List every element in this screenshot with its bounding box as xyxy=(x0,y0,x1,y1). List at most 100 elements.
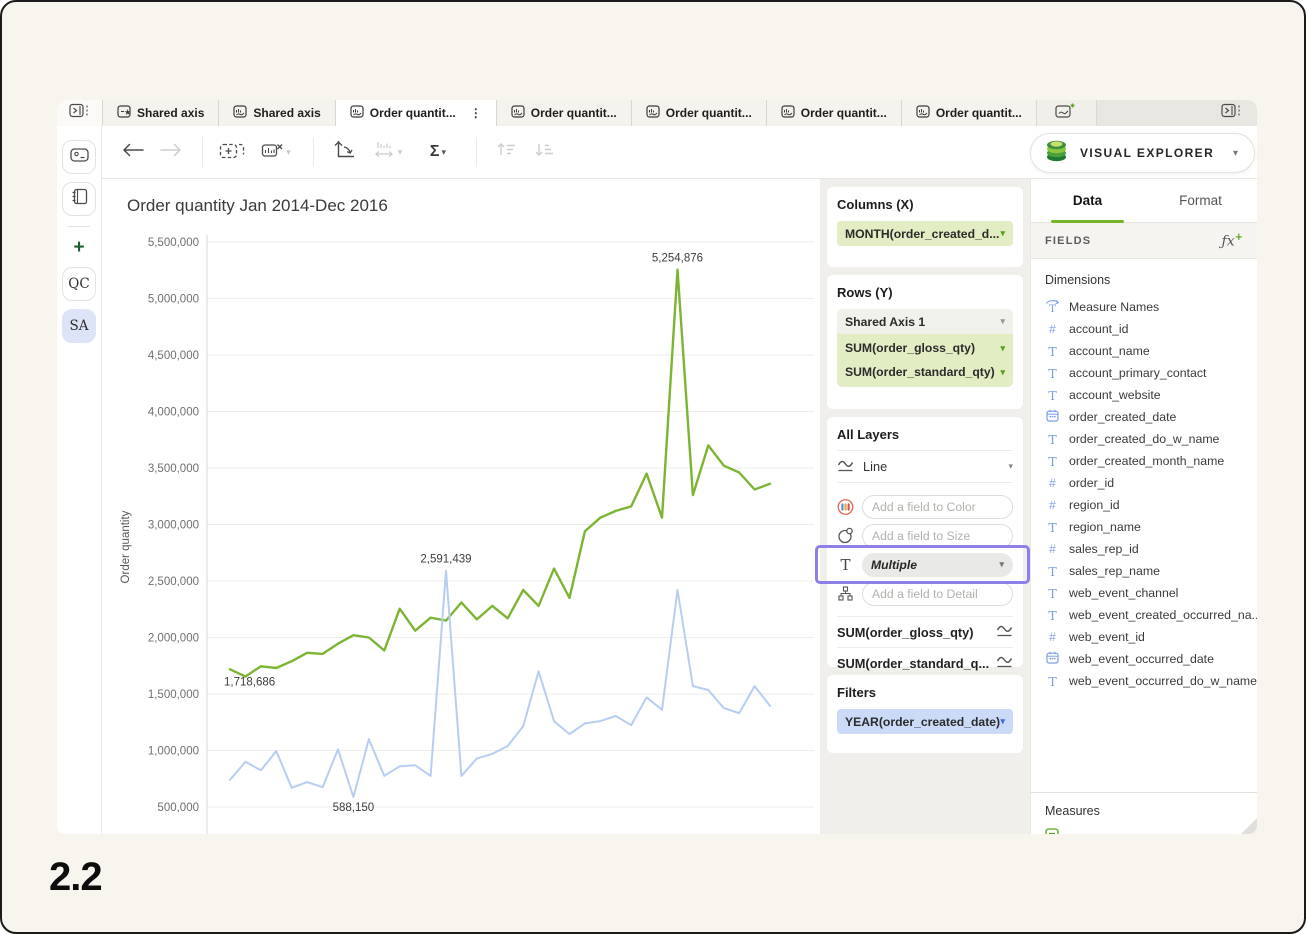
toolbar-divider xyxy=(476,137,477,167)
aggregate-button[interactable]: Σ▾ xyxy=(416,137,460,167)
encoding-row-text: TMultiple▾ xyxy=(837,552,1013,577)
chevron-down-icon: ▾ xyxy=(1000,343,1005,354)
fit-axes-button[interactable]: ▾ xyxy=(366,137,408,167)
sidebar-tabs: Data Format xyxy=(1031,179,1257,223)
dimension-region_name[interactable]: Tregion_name xyxy=(1045,516,1243,538)
line-chart[interactable]: 500,0001,000,0001,500,0002,000,0002,500,… xyxy=(102,179,820,834)
visual-explorer-button[interactable]: VISUAL EXPLORER ▾ xyxy=(1030,133,1255,173)
svg-text:★: ★ xyxy=(125,109,132,117)
dimension-account_id[interactable]: #account_id xyxy=(1045,318,1243,340)
layer-measure-sum-order_gloss_qty-[interactable]: SUM(order_gloss_qty) xyxy=(837,616,1013,647)
page-thumb-qc[interactable]: QC xyxy=(62,267,96,301)
chevron-down-icon: ▾ xyxy=(442,147,447,158)
tab-shared-axis[interactable]: Shared axis xyxy=(219,100,335,126)
dimension-account_name[interactable]: Taccount_name xyxy=(1045,340,1243,362)
app-window: ★Shared axisShared axisOrder quantit...⋮… xyxy=(57,100,1257,834)
duplicate-chart-button[interactable] xyxy=(217,137,247,167)
tab-menu-icon[interactable]: ⋮ xyxy=(470,106,482,120)
svg-text:4,000,000: 4,000,000 xyxy=(148,407,199,419)
right-panel-toggle[interactable] xyxy=(1207,100,1257,126)
panel-toggle-icon xyxy=(69,103,91,123)
tab-shared-axis[interactable]: ★Shared axis xyxy=(103,100,219,126)
detail-icon xyxy=(837,586,854,601)
field-pill-year-order_created_date-[interactable]: YEAR(order_created_date)▾ xyxy=(837,709,1013,734)
rows-shelf-title: Rows (Y) xyxy=(837,285,1013,300)
dimensions-label: Dimensions xyxy=(1045,273,1243,287)
tab-order-quantit-[interactable]: Order quantit... xyxy=(632,100,767,126)
dimension-web_event_created_occurred_na-[interactable]: Tweb_event_created_occurred_na... xyxy=(1045,604,1243,626)
dimension-sales_rep_id[interactable]: #sales_rep_id xyxy=(1045,538,1243,560)
chevron-down-icon: ▾ xyxy=(1233,148,1238,159)
notebook-button[interactable] xyxy=(62,182,96,216)
dimension-order_created_do_w_name[interactable]: Torder_created_do_w_name xyxy=(1045,428,1243,450)
line-mark-icon xyxy=(996,655,1013,671)
detail-encoding-dropzone[interactable]: Add a field to Detail xyxy=(862,582,1013,606)
tab-active-order-quantit-[interactable]: Order quantit...⋮ xyxy=(336,100,497,126)
dimension-order_created_date[interactable]: order_created_date xyxy=(1045,406,1243,428)
tab-order-quantit-[interactable]: Order quantit... xyxy=(497,100,632,126)
swap-axes-button[interactable] xyxy=(328,137,358,167)
filters-shelf: Filters YEAR(order_created_date)▾ xyxy=(827,675,1023,753)
series-line-0[interactable] xyxy=(230,270,770,677)
sort-descending-button[interactable] xyxy=(529,137,559,167)
scroll-corner xyxy=(1241,818,1257,834)
add-page-button[interactable]: + xyxy=(62,237,96,259)
back-button[interactable] xyxy=(118,137,148,167)
size-encoding-dropzone[interactable]: Add a field to Size xyxy=(862,524,1013,548)
color-encoding-dropzone[interactable]: Add a field to Color xyxy=(862,495,1013,519)
field-pill-sum-order_standard_qty-[interactable]: SUM(order_standard_qty)▾ xyxy=(837,360,1013,384)
dimension-account_website[interactable]: Taccount_website xyxy=(1045,384,1243,406)
dimension-web_event_occurred_do_w_name[interactable]: Tweb_event_occurred_do_w_name xyxy=(1045,670,1243,692)
notebook-icon xyxy=(71,188,88,210)
tab-data[interactable]: Data xyxy=(1031,179,1144,222)
forward-arrow-icon xyxy=(159,142,183,163)
layer-measure-sum-order_standard_q-[interactable]: SUM(order_standard_q... xyxy=(837,647,1013,678)
new-chart-tab-button[interactable] xyxy=(1037,100,1097,126)
dimension-web_event_id[interactable]: #web_event_id xyxy=(1045,626,1243,648)
dimension-account_primary_contact[interactable]: Taccount_primary_contact xyxy=(1045,362,1243,384)
forward-button[interactable] xyxy=(156,137,186,167)
dimension-region_id[interactable]: #region_id xyxy=(1045,494,1243,516)
dimension-order_id[interactable]: #order_id xyxy=(1045,472,1243,494)
add-calculated-field-button[interactable]: ƒx+ xyxy=(1222,232,1243,250)
rows-shelf: Rows (Y) Shared Axis 1 ▾ SUM(order_gloss… xyxy=(827,275,1023,409)
mark-type-select[interactable]: Line ▾ xyxy=(837,451,1013,483)
field-pill-month-order_created_d-[interactable]: MONTH(order_created_d...▾ xyxy=(837,221,1013,246)
remove-chart-icon xyxy=(261,141,284,164)
field-pill-sum-order_gloss_qty-[interactable]: SUM(order_gloss_qty)▾ xyxy=(837,336,1013,360)
dimension-web_event_channel[interactable]: Tweb_event_channel xyxy=(1045,582,1243,604)
dimension-sales_rep_name[interactable]: Tsales_rep_name xyxy=(1045,560,1243,582)
all-layers-title: All Layers xyxy=(837,425,1013,451)
measure-field-partial[interactable] xyxy=(1045,828,1243,834)
dimension-web_event_occurred_date[interactable]: web_event_occurred_date xyxy=(1045,648,1243,670)
page-thumb-sa-active[interactable]: SA xyxy=(62,309,96,343)
screenshot-frame: ★Shared axisShared axisOrder quantit...⋮… xyxy=(0,0,1306,934)
dimension-measure-names[interactable]: TMeasure Names xyxy=(1045,296,1243,318)
encoding-row-detail: Add a field to Detail xyxy=(837,581,1013,606)
tab-order-quantit-[interactable]: Order quantit... xyxy=(767,100,902,126)
chart-icon xyxy=(511,105,525,121)
shared-axis-pill[interactable]: Shared Axis 1 ▾ xyxy=(837,309,1013,334)
toolbar: ▾ ▾ Σ▾ VISUAL EXPLORER ▾ xyxy=(102,126,1257,179)
remove-chart-button[interactable]: ▾ xyxy=(255,137,297,167)
shared-axis-label: Shared Axis 1 xyxy=(845,315,925,329)
sort-descending-icon xyxy=(533,141,555,163)
text-encoding-value[interactable]: Multiple▾ xyxy=(862,553,1013,577)
sort-ascending-button[interactable] xyxy=(491,137,521,167)
series-line-1[interactable] xyxy=(230,571,770,797)
tab-order-quantit-[interactable]: Order quantit... xyxy=(902,100,1037,126)
tab-format[interactable]: Format xyxy=(1144,179,1257,222)
measures-section: Measures xyxy=(1031,792,1257,834)
toolbar-divider xyxy=(313,137,314,167)
filters-title: Filters xyxy=(837,685,1013,700)
dimension-order_created_month_name[interactable]: Torder_created_month_name xyxy=(1045,450,1243,472)
chevron-down-icon: ▾ xyxy=(1000,228,1005,239)
chart-icon xyxy=(781,105,795,121)
left-panel-toggle[interactable] xyxy=(57,100,103,126)
data-label: 588,150 xyxy=(333,802,375,814)
data-sidebar: Data Format FIELDS ƒx+ Dimensions TMeasu… xyxy=(1030,179,1257,834)
chart-icon xyxy=(646,105,660,121)
svg-text:3,000,000: 3,000,000 xyxy=(148,520,199,532)
rail-divider xyxy=(68,226,90,227)
presentation-button[interactable] xyxy=(62,140,96,174)
